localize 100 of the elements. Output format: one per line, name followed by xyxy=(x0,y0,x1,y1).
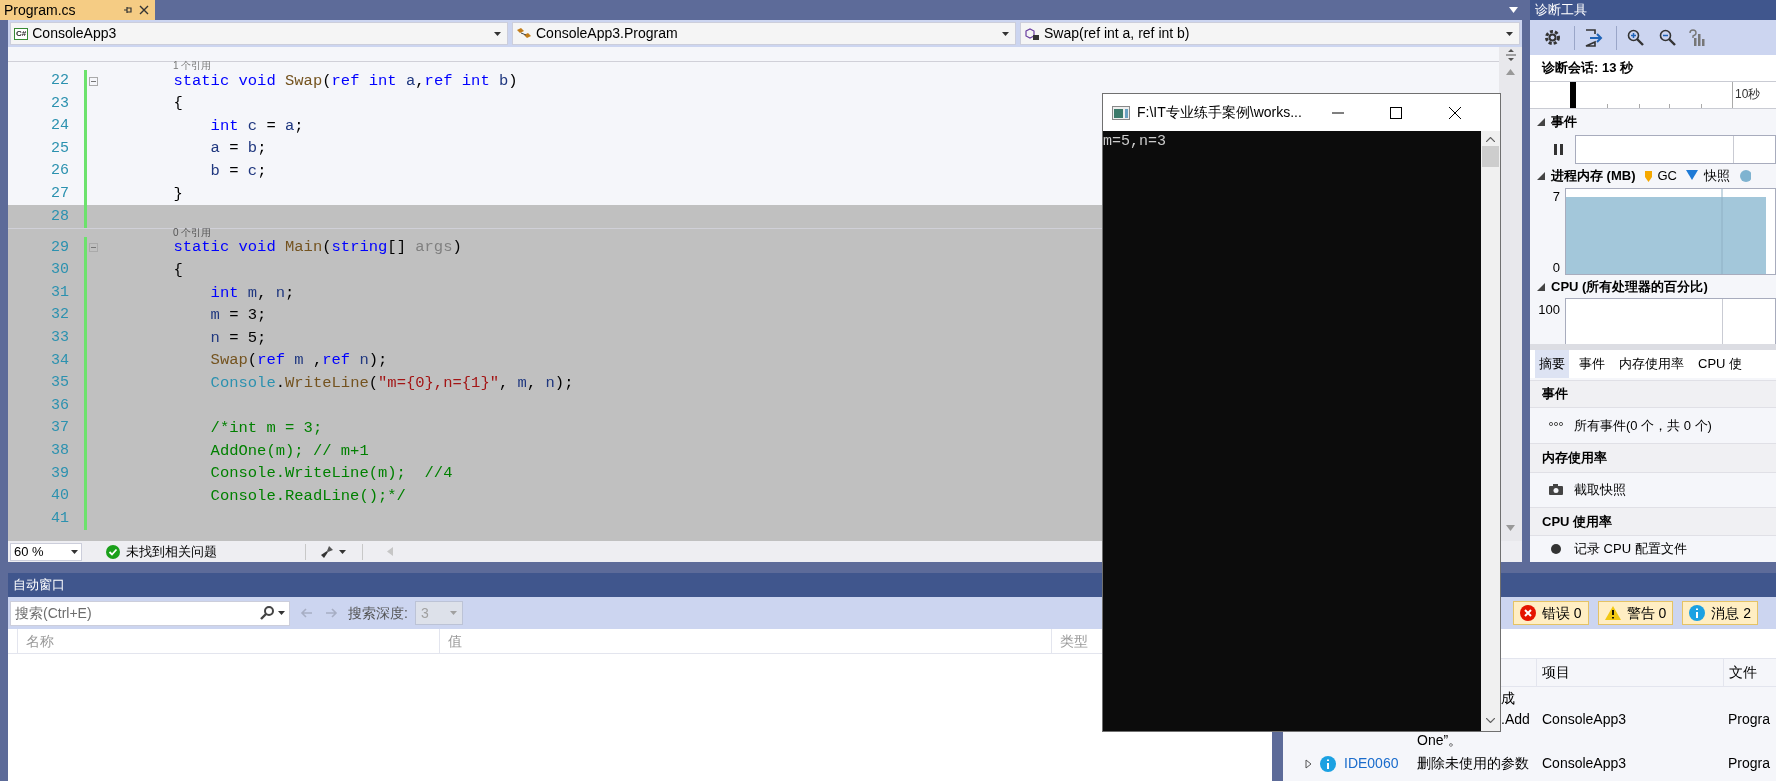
close-icon[interactable] xyxy=(1448,106,1461,119)
time-marker[interactable] xyxy=(1570,82,1576,108)
codelens[interactable]: 0 个引用 xyxy=(173,227,212,238)
maximize-icon[interactable] xyxy=(1389,106,1402,119)
filter-button[interactable]: 错误 0 xyxy=(1512,601,1589,625)
action-link[interactable]: 截取快照 xyxy=(1574,480,1626,500)
line-number: 36 xyxy=(50,395,70,416)
exit-icon[interactable] xyxy=(1584,28,1604,47)
description-text: One”。 xyxy=(1417,731,1463,750)
gc-marker-icon xyxy=(1644,170,1652,182)
code-line: AddOne(m); // m+1 xyxy=(210,440,369,462)
legend-label: 快照 xyxy=(1704,167,1730,186)
code-line: { xyxy=(173,93,183,115)
line-number: 22 xyxy=(50,70,70,91)
code-cleanup-button[interactable] xyxy=(320,544,346,559)
private-marker-icon xyxy=(1739,170,1751,182)
project-cell-text: ConsoleApp3 xyxy=(1541,710,1628,729)
code-line: int c = a; xyxy=(210,115,304,137)
zoom-out-icon[interactable] xyxy=(1659,29,1676,46)
panel-title: 诊断工具 xyxy=(1530,0,1776,20)
scroll-down-icon[interactable] xyxy=(1486,718,1495,723)
snapshot-marker-icon xyxy=(1686,170,1698,182)
scroll-thumb[interactable] xyxy=(1482,146,1499,167)
code-line: { xyxy=(173,259,183,281)
zoom-dropdown[interactable]: 60 % xyxy=(10,542,82,561)
collapse-icon[interactable] xyxy=(1537,172,1545,180)
line-number: 30 xyxy=(50,260,70,281)
collapse-icon[interactable] xyxy=(1537,282,1545,291)
tab[interactable]: 摘要 xyxy=(1535,350,1569,378)
line-number: 34 xyxy=(50,350,70,371)
warning-icon xyxy=(1604,605,1621,621)
filter-button[interactable]: 消息 2 xyxy=(1682,601,1758,625)
section-header: CPU 使用率 xyxy=(1530,507,1776,536)
axis-tick-label: 7 xyxy=(1552,190,1560,204)
line-number: 32 xyxy=(50,305,70,326)
codelens[interactable]: 1 个引用 xyxy=(173,61,212,72)
collapse-icon[interactable] xyxy=(1537,118,1545,126)
tab[interactable]: 事件 xyxy=(1575,350,1609,378)
section-title: CPU (所有处理器的百分比) xyxy=(1551,277,1708,296)
settings-icon[interactable] xyxy=(1543,28,1562,47)
scroll-up-icon[interactable] xyxy=(1486,137,1495,142)
collapse-icon[interactable] xyxy=(88,76,98,86)
column-header[interactable]: 项目 xyxy=(1542,662,1570,683)
splitter-icon[interactable] xyxy=(1504,49,1517,61)
chart-help-icon[interactable] xyxy=(1689,29,1707,46)
filter-button[interactable]: 警告 0 xyxy=(1597,601,1674,625)
section-header: 内存使用率 xyxy=(1530,443,1776,473)
description-text: 删除未使用的参数 xyxy=(1417,754,1529,773)
error-icon xyxy=(1519,605,1536,621)
section-title: 事件 xyxy=(1551,113,1577,132)
tab[interactable]: CPU 使 xyxy=(1694,350,1747,378)
record-icon xyxy=(1549,543,1563,555)
section-header: 事件 xyxy=(1530,380,1776,408)
camera-icon xyxy=(1549,484,1563,496)
caret-icon[interactable] xyxy=(1002,31,1009,36)
action-link[interactable]: 记录 CPU 配置文件 xyxy=(1574,539,1687,559)
code-line: int m, n; xyxy=(210,282,295,304)
csharp-badge: C# xyxy=(14,27,29,40)
line-number: 35 xyxy=(50,373,70,394)
line-number: 38 xyxy=(50,441,70,462)
issues-status: 未找到相关问题 xyxy=(126,542,217,561)
caret-icon[interactable] xyxy=(71,549,78,554)
zoom-in-icon[interactable] xyxy=(1627,29,1644,46)
window-title: F:\IT专业练手案例\works... xyxy=(1137,103,1302,122)
session-duration: 诊断会话: 13 秒 xyxy=(1530,55,1776,81)
axis-tick-label: 0 xyxy=(1552,261,1560,275)
description-text: .Add xyxy=(1501,710,1530,729)
file-cell-text: Progra xyxy=(1727,754,1772,773)
caret-icon[interactable] xyxy=(339,549,346,554)
code-line: /*int m = 3; xyxy=(210,418,323,440)
expand-icon[interactable] xyxy=(1305,758,1312,769)
console-app-icon xyxy=(1112,105,1130,120)
line-number: 29 xyxy=(50,237,70,258)
line-number: 25 xyxy=(50,138,70,159)
code-line: static void Swap(ref int a,ref int b) xyxy=(173,70,518,92)
column-header[interactable]: 文件 xyxy=(1729,662,1757,683)
code-line: b = c; xyxy=(210,160,267,182)
code-line: m = 3; xyxy=(210,305,267,327)
info-icon xyxy=(1320,755,1336,772)
scrollbar[interactable] xyxy=(1499,47,1522,541)
caret-icon[interactable] xyxy=(494,31,501,36)
caret-icon[interactable] xyxy=(1506,31,1513,36)
class-icon xyxy=(516,26,532,41)
document-tab[interactable]: Program.cs xyxy=(0,0,155,20)
error-code[interactable]: IDE0060 xyxy=(1344,753,1399,774)
line-number: 39 xyxy=(50,463,70,484)
type-dropdown[interactable]: ConsoleApp3.Program xyxy=(512,22,1016,45)
pin-icon[interactable] xyxy=(123,5,133,15)
scrollbar[interactable] xyxy=(1481,131,1500,731)
code-line: } xyxy=(173,183,183,205)
brush-icon xyxy=(320,544,334,559)
tab[interactable]: 内存使用率 xyxy=(1615,350,1688,378)
line-number: 31 xyxy=(50,282,70,303)
close-icon[interactable] xyxy=(139,5,149,15)
pause-icon[interactable] xyxy=(1553,144,1564,155)
member-dropdown[interactable]: Swap(ref int a, ref int b) xyxy=(1020,22,1520,45)
action-link[interactable]: 所有事件(0 个，共 0 个) xyxy=(1574,415,1712,436)
project-dropdown[interactable]: C# ConsoleApp3 xyxy=(10,22,508,45)
line-number: 28 xyxy=(50,206,70,227)
line-number: 26 xyxy=(50,161,70,182)
